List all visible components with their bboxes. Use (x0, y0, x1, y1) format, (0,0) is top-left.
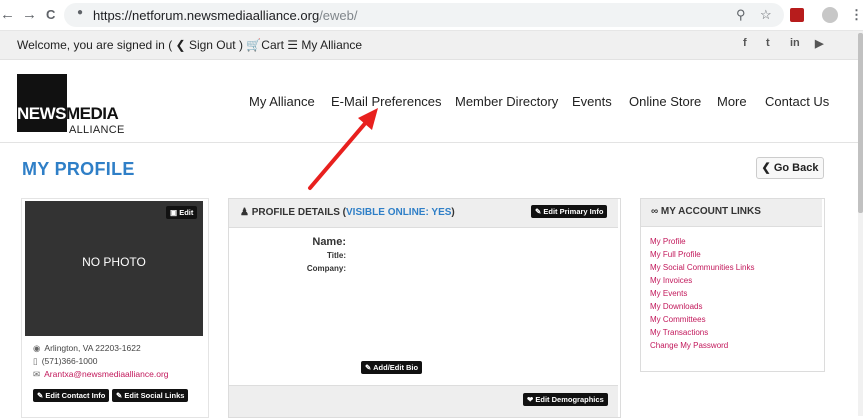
annotation-arrow (308, 108, 378, 190)
lock-icon: ● (77, 7, 84, 18)
linkedin-icon[interactable]: in (790, 37, 800, 49)
profile-avatar-icon[interactable] (822, 7, 838, 23)
email-link[interactable]: Arantxa@newsmediaalliance.org (44, 369, 168, 379)
add-bio-label: Add/Edit Bio (373, 363, 419, 372)
my-alliance-link[interactable]: ☰ My Alliance (287, 38, 362, 52)
menu-kebab-icon[interactable]: ⋮ (850, 7, 863, 23)
edit-primary-info-button[interactable]: ✎ Edit Primary Info (531, 205, 608, 218)
url-text[interactable]: https://netforum.newsmediaalliance.org/e… (93, 8, 358, 23)
pencil-icon: ✎ (535, 207, 542, 216)
edit-contact-label: Edit Contact Info (45, 391, 106, 400)
arrow-shaft (308, 118, 370, 190)
my-alliance-label: My Alliance (301, 38, 363, 52)
chevron-left-icon: ❮ (761, 162, 771, 174)
company-label: Company: (306, 264, 346, 273)
nav-events[interactable]: Events (572, 94, 612, 109)
account-link-my-full-profile[interactable]: My Full Profile (650, 250, 701, 259)
edit-demographics-label: Edit Demographics (535, 395, 604, 404)
address-text: Arlington, VA 22203-1622 (44, 343, 141, 353)
account-link-my-events[interactable]: My Events (650, 289, 687, 298)
user-icon: ♟ (240, 207, 249, 218)
edit-photo-button[interactable]: ▣ Edit (166, 206, 198, 219)
sign-out-link[interactable]: ❮ Sign Out (176, 38, 236, 52)
name-label: Name: (312, 236, 346, 248)
link-icon: ∞ (651, 206, 659, 217)
zoom-icon[interactable]: ⚲ (736, 7, 746, 23)
image-icon: ▣ (170, 208, 178, 217)
pdf-extension-icon[interactable] (790, 8, 804, 22)
close-paren: ) (238, 38, 243, 52)
back-icon[interactable]: ← (0, 6, 15, 24)
facebook-icon[interactable]: f (743, 37, 747, 49)
cart-link[interactable]: 🛒Cart (246, 38, 284, 52)
welcome-message: Welcome, you are signed in ( ❮ Sign Out … (17, 38, 362, 52)
edit-primary-label: Edit Primary Info (543, 207, 604, 216)
phone-row: ▯ (571)366-1000 (33, 356, 97, 367)
bookmark-star-icon[interactable]: ☆ (760, 7, 772, 23)
no-photo-text: NO PHOTO (82, 255, 146, 269)
nav-member-directory[interactable]: Member Directory (455, 94, 558, 109)
account-link-my-committees[interactable]: My Committees (650, 315, 706, 324)
heart-icon: ❤ (527, 395, 534, 404)
url-host: https://netforum.newsmediaalliance.org (93, 8, 320, 23)
chevron-left-icon: ❮ (175, 38, 186, 52)
header-divider (0, 142, 863, 143)
cart-icon: 🛒 (246, 38, 262, 52)
envelope-icon: ✉ (33, 369, 41, 379)
list-icon: ☰ (287, 38, 299, 52)
reload-icon[interactable]: C (46, 6, 55, 24)
visible-online-status: VISIBLE ONLINE: YES (346, 207, 452, 218)
profile-details-label: PROFILE DETAILS ( (251, 207, 347, 218)
nav-contact-us[interactable]: Contact Us (765, 94, 829, 109)
add-edit-bio-button[interactable]: ✎ Add/Edit Bio (361, 361, 423, 374)
twitter-icon[interactable]: t (766, 37, 770, 49)
sign-out-label: Sign Out (188, 38, 236, 52)
edit-demographics-button[interactable]: ❤ Edit Demographics (523, 393, 608, 406)
account-link-change-password[interactable]: Change My Password (650, 341, 728, 350)
logo-wordmark: NEWSMEDIA (17, 104, 119, 123)
account-link-my-invoices[interactable]: My Invoices (650, 276, 692, 285)
page-title: MY PROFILE (22, 159, 135, 179)
nav-online-store[interactable]: Online Store (629, 94, 701, 109)
account-link-my-profile[interactable]: My Profile (650, 237, 686, 246)
account-link-my-downloads[interactable]: My Downloads (650, 302, 702, 311)
edit-social-links-button[interactable]: ✎ Edit Social Links (112, 389, 189, 402)
map-pin-icon: ◉ (33, 343, 41, 353)
go-back-button[interactable]: ❮ Go Back (756, 157, 824, 179)
profile-details-title: ♟ PROFILE DETAILS (VISIBLE ONLINE: YES) (240, 207, 455, 218)
pencil-icon: ✎ (365, 363, 372, 372)
account-links-label: MY ACCOUNT LINKS (660, 206, 761, 217)
title-label: Title: (327, 251, 346, 260)
edit-social-label: Edit Social Links (124, 391, 185, 400)
logo-alliance: ALLIANCE (69, 124, 125, 136)
account-links-title: ∞ MY ACCOUNT LINKS (651, 206, 761, 217)
phone-icon: ▯ (33, 356, 38, 366)
address-row: ◉ Arlington, VA 22203-1622 (33, 343, 141, 354)
site-logo[interactable]: NEWSMEDIA ALLIANCE (17, 74, 125, 138)
close-paren: ) (451, 207, 455, 218)
email-row: ✉ Arantxa@newsmediaalliance.org (33, 369, 169, 380)
go-back-label: Go Back (773, 162, 819, 174)
edit-contact-info-button[interactable]: ✎ Edit Contact Info (33, 389, 110, 402)
pencil-icon: ✎ (37, 391, 44, 400)
account-link-my-transactions[interactable]: My Transactions (650, 328, 708, 337)
nav-more[interactable]: More (717, 94, 747, 109)
account-link-social-communities[interactable]: My Social Communities Links (650, 263, 754, 272)
youtube-icon[interactable]: ▶ (815, 37, 823, 50)
pencil-icon: ✎ (116, 391, 123, 400)
url-path: /eweb/ (319, 8, 358, 23)
cart-label: Cart (261, 38, 284, 52)
scrollbar-thumb[interactable] (858, 33, 863, 213)
edit-photo-label: Edit (179, 208, 194, 217)
forward-icon[interactable]: → (22, 6, 37, 24)
phone-text: (571)366-1000 (41, 356, 98, 366)
welcome-text: Welcome, you are signed in ( (17, 38, 173, 52)
